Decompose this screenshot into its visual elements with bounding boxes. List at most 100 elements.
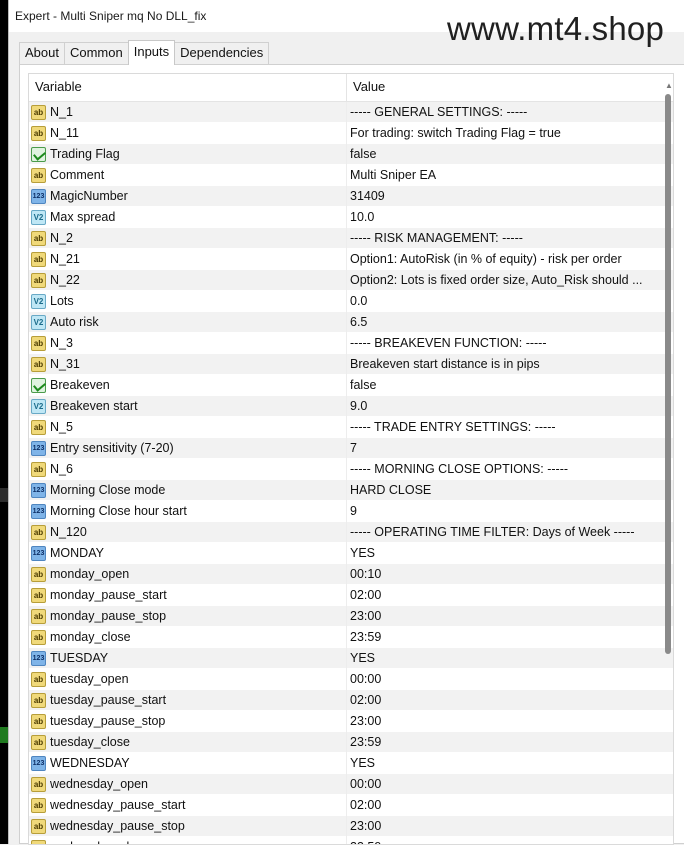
table-row[interactable]: Trading Flag false [29,144,673,165]
value-cell[interactable]: 23:59 [347,627,665,648]
value-cell[interactable]: ----- RISK MANAGEMENT: ----- [347,228,665,249]
value-cell[interactable]: Multi Sniper EA [347,165,665,186]
table-row[interactable]: 123 Morning Close hour start 9 [29,501,673,522]
table-row[interactable]: ab tuesday_open 00:00 [29,669,673,690]
table-row[interactable]: ab N_5 ----- TRADE ENTRY SETTINGS: ----- [29,417,673,438]
inputs-panel: Variable Value ab N_1 ----- GENERAL SETTIN… [19,64,684,845]
table-row[interactable]: ab monday_open 00:10 [29,564,673,585]
tab-common[interactable]: Common [63,42,129,64]
value-cell[interactable]: ----- TRADE ENTRY SETTINGS: ----- [347,417,665,438]
value-cell[interactable]: false [347,144,665,165]
variable-cell: ab wednesday_open [29,774,347,795]
variable-name: N_2 [50,231,73,245]
value-cell[interactable]: 00:00 [347,774,665,795]
table-row[interactable]: ab tuesday_close 23:59 [29,732,673,753]
table-row[interactable]: ab N_21 Option1: AutoRisk (in % of equity)… [29,249,673,270]
table-row[interactable]: 123 Entry sensitivity (7-20) 7 [29,438,673,459]
table-row[interactable]: ab N_6 ----- MORNING CLOSE OPTIONS: ----- [29,459,673,480]
value-cell[interactable]: 10.0 [347,207,665,228]
table-row[interactable]: ab N_2 ----- RISK MANAGEMENT: ----- [29,228,673,249]
value-cell[interactable]: 02:00 [347,795,665,816]
variable-cell: ab N_31 [29,354,347,375]
table-row[interactable]: ab wednesday_pause_start 02:00 [29,795,673,816]
table-row[interactable]: V2 Breakeven start 9.0 [29,396,673,417]
variable-name: Breakeven [50,378,110,392]
table-row[interactable]: Breakeven false [29,375,673,396]
value-cell[interactable]: 00:10 [347,564,665,585]
variable-name: wednesday_pause_start [50,798,186,812]
table-row[interactable]: ab wednesday_open 00:00 [29,774,673,795]
value-cell[interactable]: 23:00 [347,816,665,837]
table-row[interactable]: 123 WEDNESDAY YES [29,753,673,774]
string-type-icon: ab [31,273,46,288]
table-row[interactable]: ab N_22 Option2: Lots is fixed order size,… [29,270,673,291]
value-cell[interactable]: 02:00 [347,690,665,711]
value-cell[interactable]: 9 [347,501,665,522]
table-row[interactable]: ab N_1 ----- GENERAL SETTINGS: ----- [29,102,673,123]
tab-strip: About Common Inputs Dependencies [19,40,270,65]
variable-name: monday_pause_start [50,588,167,602]
table-row[interactable]: ab N_11 For trading: switch Trading Flag =… [29,123,673,144]
table-row[interactable]: ab monday_pause_stop 23:00 [29,606,673,627]
variable-name: tuesday_pause_start [50,693,167,707]
value-cell[interactable]: HARD CLOSE [347,480,665,501]
table-row[interactable]: 123 MONDAY YES [29,543,673,564]
value-cell[interactable]: 0.0 [347,291,665,312]
vertical-scrollbar-thumb[interactable] [665,94,671,654]
value-cell[interactable]: 7 [347,438,665,459]
string-type-icon: ab [31,567,46,582]
table-row[interactable]: ab monday_close 23:59 [29,627,673,648]
table-row[interactable]: ab Comment Multi Sniper EA [29,165,673,186]
tab-dependencies[interactable]: Dependencies [174,42,270,64]
value-cell[interactable]: 00:00 [347,669,665,690]
variable-name: N_120 [50,525,87,539]
table-row[interactable]: ab N_3 ----- BREAKEVEN FUNCTION: ----- [29,333,673,354]
table-row[interactable]: 123 TUESDAY YES [29,648,673,669]
value-cell[interactable]: 23:00 [347,711,665,732]
table-row[interactable]: V2 Auto risk 6.5 [29,312,673,333]
value-cell[interactable]: 31409 [347,186,665,207]
value-cell[interactable]: ----- BREAKEVEN FUNCTION: ----- [347,333,665,354]
variable-cell: ab tuesday_pause_stop [29,711,347,732]
value-cell[interactable]: ----- GENERAL SETTINGS: ----- [347,102,665,123]
variable-cell: ab wednesday_pause_start [29,795,347,816]
variable-cell: ab N_21 [29,249,347,270]
value-cell[interactable]: ----- OPERATING TIME FILTER: Days of Wee… [347,522,665,543]
variable-cell: ab Comment [29,165,347,186]
table-row[interactable]: ab wednesday_pause_stop 23:00 [29,816,673,837]
value-cell[interactable]: 23:59 [347,732,665,753]
column-header-variable[interactable]: Variable [29,74,347,101]
table-row[interactable]: 123 MagicNumber 31409 [29,186,673,207]
value-cell[interactable]: 6.5 [347,312,665,333]
table-row[interactable]: 123 Morning Close mode HARD CLOSE [29,480,673,501]
value-cell[interactable]: For trading: switch Trading Flag = true [347,123,665,144]
value-cell[interactable]: 23:00 [347,606,665,627]
variable-name: Comment [50,168,105,182]
value-cell[interactable]: YES [347,543,665,564]
tab-inputs[interactable]: Inputs [127,40,176,65]
table-row[interactable]: ab N_31 Breakeven start distance is in pip… [29,354,673,375]
value-cell[interactable]: false [347,375,665,396]
table-row[interactable]: ab tuesday_pause_stop 23:00 [29,711,673,732]
value-cell[interactable]: Option1: AutoRisk (in % of equity) - ris… [347,249,665,270]
table-row[interactable]: ab tuesday_pause_start 02:00 [29,690,673,711]
tab-about[interactable]: About [19,42,65,64]
variable-cell: 123 Entry sensitivity (7-20) [29,438,347,459]
value-cell[interactable]: Option2: Lots is fixed order size, Auto_… [347,270,665,291]
table-row[interactable]: ab N_120 ----- OPERATING TIME FILTER: Days… [29,522,673,543]
value-cell[interactable]: YES [347,753,665,774]
scroll-up-arrow-icon[interactable]: ▲ [665,82,673,90]
table-row[interactable]: ab monday_pause_start 02:00 [29,585,673,606]
value-cell[interactable]: YES [347,648,665,669]
double-type-icon: V2 [31,399,46,414]
variable-name: Lots [50,294,74,308]
table-row[interactable]: V2 Max spread 10.0 [29,207,673,228]
variable-cell: ab N_2 [29,228,347,249]
value-cell[interactable]: 02:00 [347,585,665,606]
variable-cell: ab tuesday_close [29,732,347,753]
value-cell[interactable]: 9.0 [347,396,665,417]
column-header-value[interactable]: Value [347,74,385,101]
value-cell[interactable]: Breakeven start distance is in pips [347,354,665,375]
value-cell[interactable]: ----- MORNING CLOSE OPTIONS: ----- [347,459,665,480]
table-row[interactable]: V2 Lots 0.0 [29,291,673,312]
